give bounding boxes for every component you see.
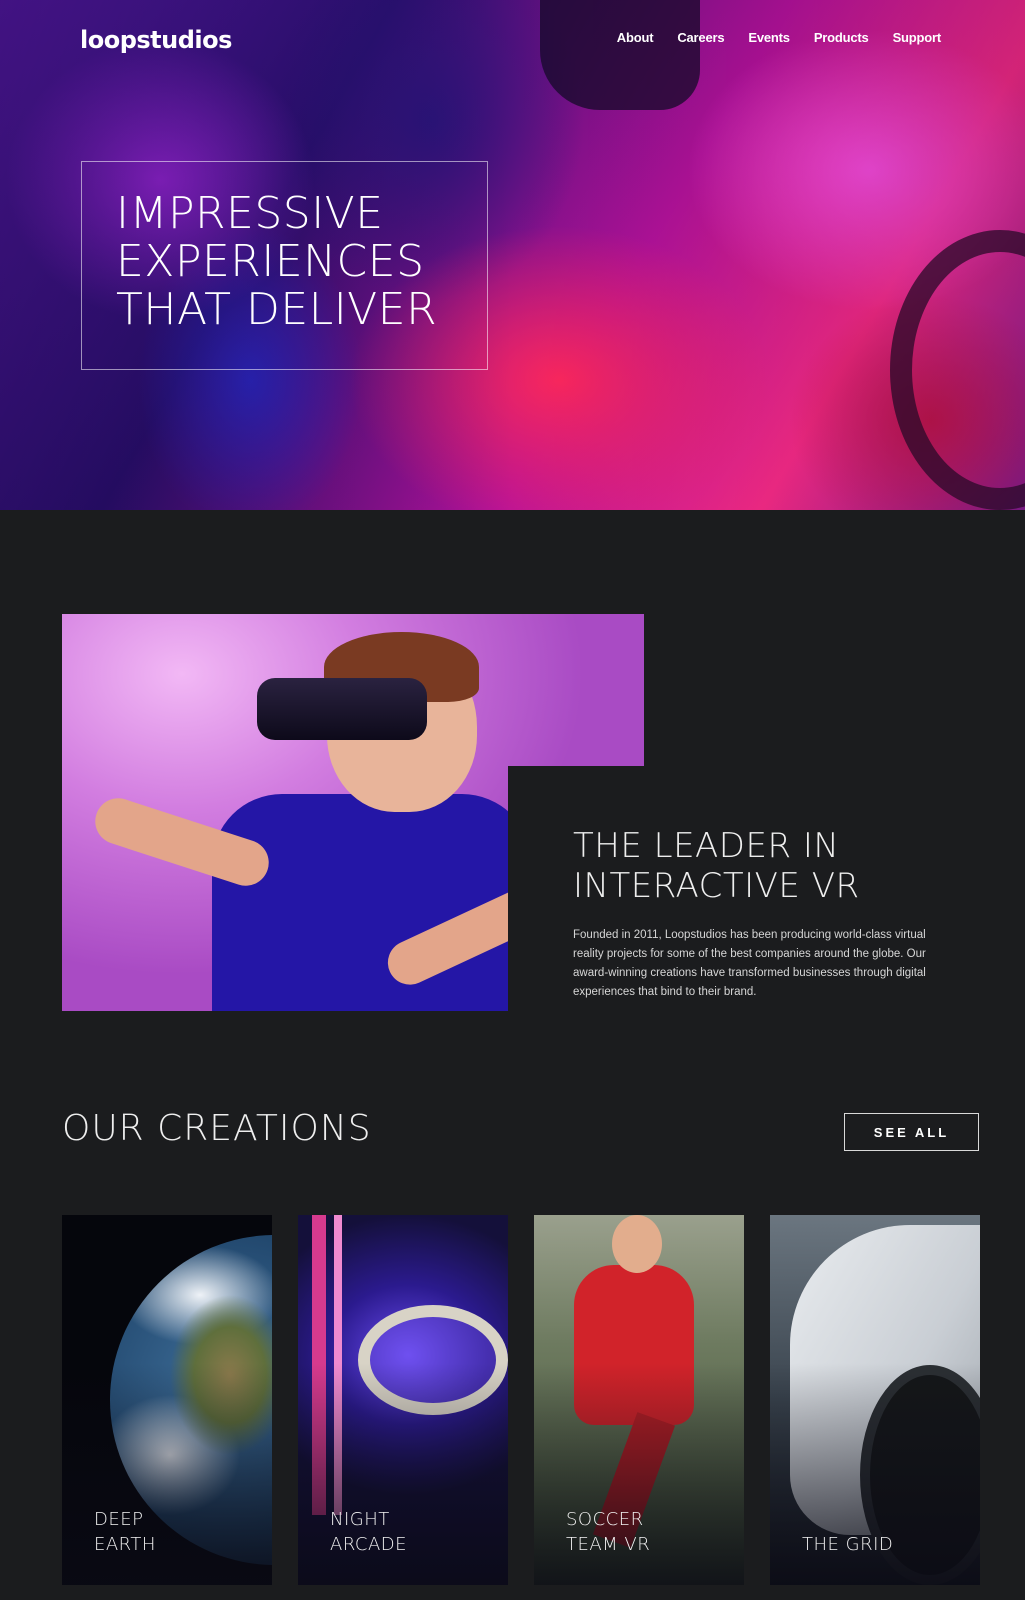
nav-link-about[interactable]: About — [617, 30, 654, 45]
hero-title: IMPRESSIVE EXPERIENCES THAT DELIVER — [116, 188, 438, 335]
creation-card-label: DEEP EARTH — [94, 1509, 156, 1555]
leader-description: Founded in 2011, Loopstudios has been pr… — [573, 929, 926, 998]
creation-card-deep-earth[interactable]: DEEP EARTH — [62, 1215, 272, 1585]
nav-link-support[interactable]: Support — [893, 30, 942, 45]
vr-headset-icon — [257, 678, 427, 740]
creation-card-the-grid[interactable]: THE GRID — [770, 1215, 980, 1585]
creations-title: OUR CREATIONS — [62, 1108, 372, 1149]
hero-vr-visor — [540, 0, 700, 110]
main-nav: About Careers Events Products Support — [617, 30, 941, 45]
nav-link-careers[interactable]: Careers — [677, 30, 724, 45]
nav-link-events[interactable]: Events — [748, 30, 790, 45]
creation-card-night-arcade[interactable]: NIGHT ARCADE — [298, 1215, 508, 1585]
creation-card-label: SOCCER TEAM VR — [566, 1509, 651, 1555]
nav-link-products[interactable]: Products — [814, 30, 869, 45]
creation-card-label: THE GRID — [802, 1534, 894, 1555]
hero-title-box: IMPRESSIVE EXPERIENCES THAT DELIVER — [81, 161, 488, 370]
creations-grid: DEEP EARTH NIGHT ARCADE SOCCER TEAM VR T… — [62, 1215, 980, 1585]
logo[interactable]: loopstudios — [80, 26, 232, 54]
see-all-button[interactable]: SEE ALL — [844, 1113, 979, 1151]
hero-section: loopstudios About Careers Events Product… — [0, 0, 1025, 510]
creation-card-label: NIGHT ARCADE — [330, 1509, 408, 1555]
creation-card-soccer-team-vr[interactable]: SOCCER TEAM VR — [534, 1215, 744, 1585]
leader-title: THE LEADER IN INTERACTIVE VR — [573, 826, 860, 906]
